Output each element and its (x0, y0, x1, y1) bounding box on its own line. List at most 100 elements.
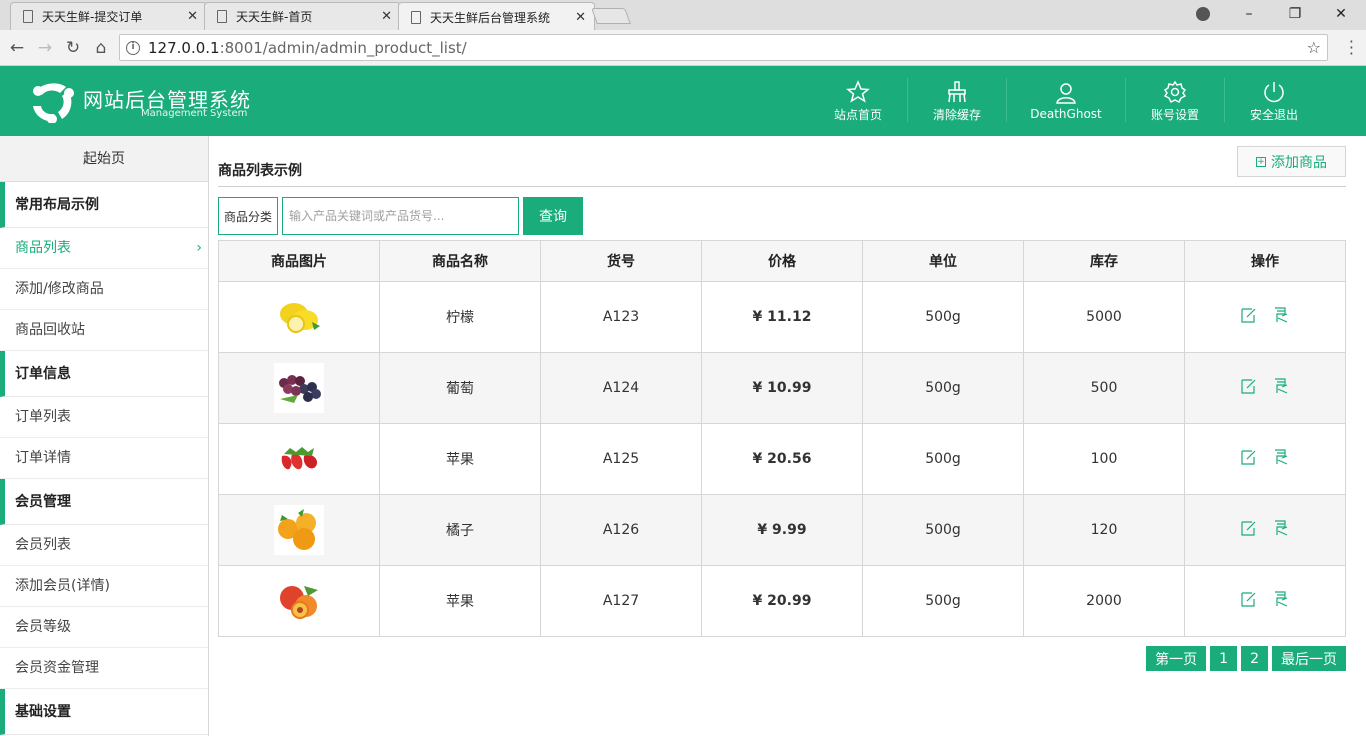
table-row: 葡萄 A124 ¥ 10.99 500g 500 (218, 352, 1346, 424)
column-header: 操作 (1184, 240, 1346, 282)
reload-icon[interactable]: ↻ (62, 37, 84, 59)
add-product-label: 添加商品 (1271, 154, 1327, 171)
edit-icon[interactable] (1241, 449, 1257, 465)
browser-tab-strip: 天天生鲜-提交订单 ✕ 天天生鲜-首页 ✕ 天天生鲜后台管理系统 ✕ – ❐ ✕ (0, 0, 1366, 31)
brand-subtitle: Management System (141, 108, 248, 119)
product-price: ¥ 10.99 (701, 352, 863, 424)
edit-icon[interactable] (1241, 378, 1257, 394)
delete-icon[interactable] (1273, 449, 1289, 465)
sidebar-group-members[interactable]: 会员管理 (0, 479, 208, 525)
delete-icon[interactable] (1273, 378, 1289, 394)
product-unit: 500g (862, 281, 1024, 353)
product-sku: A124 (540, 352, 702, 424)
sidebar-home[interactable]: 起始页 (0, 136, 208, 182)
nav-divider (1125, 78, 1126, 122)
nav-site-home[interactable]: 站点首页 (829, 66, 887, 136)
power-icon (1264, 81, 1284, 102)
product-stock: 500 (1023, 352, 1185, 424)
edit-icon[interactable] (1241, 591, 1257, 607)
delete-icon[interactable] (1273, 591, 1289, 607)
home-icon[interactable]: ⌂ (90, 37, 112, 59)
delete-icon[interactable] (1273, 307, 1289, 323)
restore-button[interactable]: ❐ (1272, 0, 1318, 28)
sidebar-item-member-list[interactable]: 会员列表 (0, 525, 208, 566)
close-icon[interactable]: ✕ (575, 10, 586, 25)
delete-icon[interactable] (1273, 520, 1289, 536)
sidebar-item-order-detail[interactable]: 订单详情 (0, 438, 208, 479)
nav-label: 清除缓存 (932, 107, 981, 122)
browser-tab-active[interactable]: 天天生鲜后台管理系统 ✕ (398, 2, 595, 31)
first-page-button[interactable]: 第一页 (1146, 646, 1207, 671)
table-row: 苹果 A127 ¥ 20.99 500g 2000 (218, 565, 1346, 637)
browser-toolbar: ← → ↻ ⌂ i 127.0.0.1:8001/admin/admin_pro… (0, 30, 1366, 66)
sidebar: 起始页 常用布局示例 商品列表 › 添加/修改商品 商品回收站 订单信息 订单列… (0, 136, 209, 736)
product-stock: 2000 (1023, 565, 1185, 637)
nav-clear-cache[interactable]: 清除缓存 (927, 66, 987, 136)
category-select[interactable]: 商品分类 (218, 197, 278, 235)
product-name: 葡萄 (379, 352, 541, 424)
browser-tab[interactable]: 天天生鲜-提交订单 ✕ (10, 2, 207, 30)
sidebar-group-settings[interactable]: 基础设置 (0, 689, 208, 735)
address-bar[interactable]: i 127.0.0.1:8001/admin/admin_product_lis… (119, 34, 1328, 61)
sidebar-item-recycle-bin[interactable]: 商品回收站 (0, 310, 208, 351)
product-name: 苹果 (379, 423, 541, 495)
nav-account-settings[interactable]: 账号设置 (1145, 66, 1205, 136)
product-stock: 100 (1023, 423, 1185, 495)
browser-tab[interactable]: 天天生鲜-首页 ✕ (204, 2, 401, 30)
product-price: ¥ 20.56 (701, 423, 863, 495)
url-host: 127.0.0.1 (148, 38, 220, 57)
browser-menu-icon[interactable]: · · · (1349, 34, 1354, 62)
sidebar-item-product-list[interactable]: 商品列表 › (0, 228, 208, 269)
query-button[interactable]: 查询 (523, 197, 583, 235)
gear-icon (1163, 80, 1187, 103)
actions-cell (1184, 423, 1346, 495)
page-1-button[interactable]: 1 (1210, 646, 1238, 671)
nav-logout[interactable]: 安全退出 (1244, 66, 1304, 136)
close-icon[interactable]: ✕ (187, 9, 198, 24)
nav-divider (1006, 78, 1007, 122)
product-price: ¥ 11.12 (701, 281, 863, 353)
info-icon[interactable]: i (126, 40, 140, 55)
close-icon[interactable]: ✕ (381, 9, 392, 24)
table-header-row: 商品图片 商品名称 货号 价格 单位 库存 操作 (218, 240, 1346, 282)
sidebar-group-orders[interactable]: 订单信息 (0, 351, 208, 397)
nav-label: 站点首页 (833, 107, 882, 122)
edit-icon[interactable] (1241, 520, 1257, 536)
sidebar-item-order-list[interactable]: 订单列表 (0, 397, 208, 438)
nav-user[interactable]: DeathGhost (1026, 66, 1106, 136)
sidebar-item-member-funds[interactable]: 会员资金管理 (0, 648, 208, 689)
tab-title: 天天生鲜-首页 (236, 10, 313, 24)
product-name: 苹果 (379, 565, 541, 637)
actions-cell (1184, 281, 1346, 353)
column-header: 货号 (540, 240, 702, 282)
account-icon[interactable] (1196, 7, 1210, 21)
sidebar-item-member-level[interactable]: 会员等级 (0, 607, 208, 648)
add-product-button[interactable]: + 添加商品 (1237, 146, 1346, 177)
pagination: 第一页 1 2 最后一页 (1146, 646, 1346, 671)
chevron-right-icon: › (196, 240, 202, 256)
sidebar-item-add-member[interactable]: 添加会员(详情) (0, 566, 208, 607)
last-page-button[interactable]: 最后一页 (1272, 646, 1346, 671)
page-icon (23, 10, 33, 23)
close-window-button[interactable]: ✕ (1318, 0, 1364, 28)
page-2-button[interactable]: 2 (1241, 646, 1268, 671)
search-input[interactable] (282, 197, 519, 235)
product-sku: A125 (540, 423, 702, 495)
product-stock: 120 (1023, 494, 1185, 566)
peach-image (274, 576, 324, 626)
lemon-image (274, 292, 324, 342)
column-header: 单位 (862, 240, 1024, 282)
bookmark-star-icon[interactable]: ☆ (1307, 38, 1321, 57)
back-icon[interactable]: ← (6, 37, 28, 59)
forward-icon[interactable]: → (34, 37, 56, 59)
sidebar-group-layout[interactable]: 常用布局示例 (0, 182, 208, 228)
sidebar-item-label: 商品列表 (15, 240, 71, 256)
star-icon (846, 79, 870, 103)
minimize-button[interactable]: – (1226, 0, 1272, 28)
image-cell (218, 423, 380, 495)
app-header: 网站后台管理系统 Management System 站点首页 清除缓存 Dea… (0, 66, 1366, 136)
edit-icon[interactable] (1241, 307, 1257, 323)
page-icon (411, 10, 421, 24)
new-tab-button[interactable] (591, 8, 631, 24)
sidebar-item-edit-product[interactable]: 添加/修改商品 (0, 269, 208, 310)
